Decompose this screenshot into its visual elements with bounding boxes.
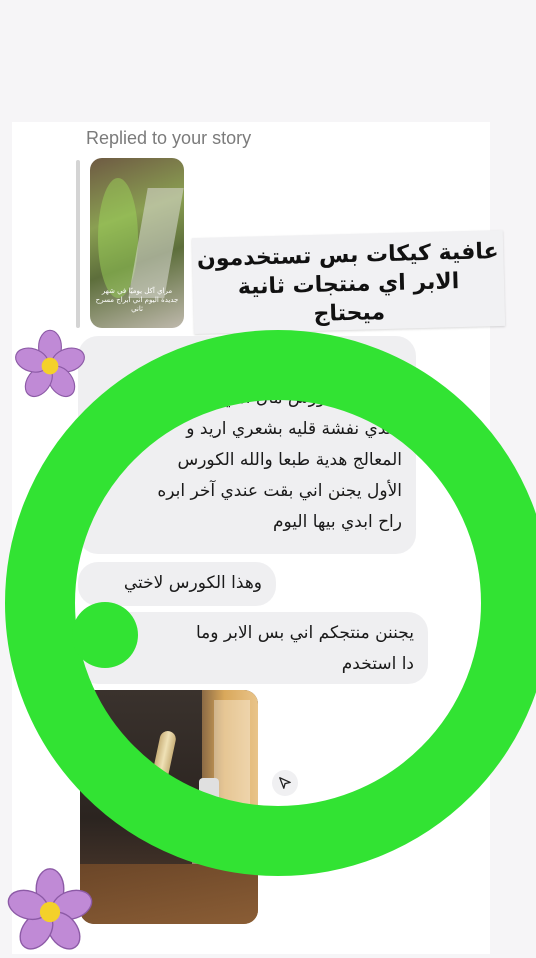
replied-to-story-label: Replied to your story — [86, 128, 252, 148]
photo-wood-surface — [80, 864, 258, 924]
reply-indicator-bar — [76, 160, 80, 328]
flower-icon — [15, 329, 85, 398]
green-dot-overlay — [72, 602, 138, 668]
flower-icon — [7, 868, 93, 950]
thumbnail-caption: مراي آكل يوميًا في شهر جديدة اليوم اني ا… — [95, 287, 179, 313]
text-sticker: عافية كيكات بس تستخدمون الابر اي منتجات … — [191, 229, 506, 335]
green-ring-overlay — [5, 330, 536, 876]
story-thumbnail[interactable]: مراي آكل يوميًا في شهر جديدة اليوم اني ا… — [90, 158, 184, 328]
